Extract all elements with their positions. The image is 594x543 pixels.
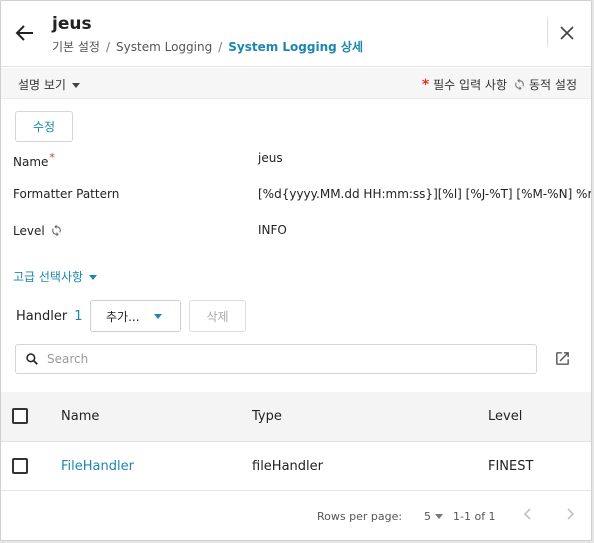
handler-type: fileHandler	[252, 459, 323, 474]
panel-header: jeus 기본 설정 / System Logging / System Logging…	[1, 1, 591, 67]
field-label-level: Level	[13, 224, 63, 240]
field-label-name: Name*	[13, 151, 55, 169]
required-legend-label: 필수 입력 사항	[433, 78, 508, 92]
search-icon	[25, 352, 39, 370]
options-bar: 설명 보기 * 필수 입력 사항 동적 설정	[1, 68, 591, 99]
column-header-type[interactable]: Type	[252, 409, 282, 424]
description-toggle[interactable]: 설명 보기	[18, 76, 80, 93]
handler-search	[15, 344, 537, 374]
field-value-level: INFO	[258, 223, 287, 237]
open-in-new-icon[interactable]	[554, 350, 571, 371]
back-arrow-icon[interactable]	[13, 21, 37, 45]
table-header: Name Type Level	[1, 392, 591, 442]
rows-per-page-label: Rows per page:	[317, 510, 403, 523]
required-asterisk-icon: *	[49, 151, 55, 164]
next-page-icon[interactable]	[563, 506, 577, 525]
dynamic-setting-icon	[513, 78, 526, 94]
pagination-range: 1-1 of 1	[453, 510, 496, 523]
breadcrumb-separator: /	[218, 40, 223, 54]
chevron-down-icon	[154, 314, 162, 319]
column-header-level[interactable]: Level	[488, 409, 522, 424]
breadcrumb-separator: /	[105, 40, 111, 54]
breadcrumb-item-basic-settings[interactable]: 기본 설정	[52, 40, 100, 54]
handler-count: 1	[74, 309, 83, 324]
chevron-down-icon	[435, 514, 443, 519]
field-label-formatter-pattern: Formatter Pattern	[13, 187, 120, 201]
previous-page-icon[interactable]	[521, 506, 535, 525]
field-label-text: Name	[13, 155, 49, 169]
handler-name-link[interactable]: FileHandler	[61, 459, 134, 474]
table-row[interactable]: FileHandler fileHandler FINEST	[1, 443, 591, 491]
breadcrumb-item-system-logging[interactable]: System Logging	[116, 40, 212, 54]
field-value-formatter-pattern: [%d{yyyy.MM.dd HH:mm:ss}][%l] [%J-%T] [%…	[258, 187, 592, 201]
rows-per-page-select[interactable]: 5	[424, 510, 443, 523]
field-label-text: Level	[13, 224, 45, 238]
advanced-options-toggle[interactable]: 고급 선택사항	[13, 268, 98, 285]
delete-handler-button[interactable]: 삭제	[189, 300, 246, 332]
table-pagination: Rows per page: 5 1-1 of 1	[1, 491, 591, 540]
rows-per-page-value: 5	[424, 510, 431, 523]
add-handler-label: 추가...	[106, 309, 140, 324]
chevron-down-icon	[71, 83, 80, 88]
handler-level: FINEST	[488, 459, 534, 474]
chevron-down-icon	[89, 275, 98, 280]
breadcrumb-item-current: System Logging 상세	[228, 40, 363, 54]
advanced-options-label: 고급 선택사항	[13, 270, 84, 284]
handler-label: Handler	[16, 309, 68, 324]
add-handler-button[interactable]: 추가...	[90, 300, 181, 332]
dynamic-legend-label: 동적 설정	[529, 78, 577, 92]
field-value-name: jeus	[258, 151, 283, 165]
required-asterisk-icon: *	[421, 77, 430, 93]
search-input[interactable]	[47, 349, 527, 369]
description-toggle-label: 설명 보기	[18, 78, 66, 92]
page-title: jeus	[52, 14, 92, 34]
breadcrumb: 기본 설정 / System Logging / System Logging 상세	[52, 38, 363, 55]
row-checkbox[interactable]	[12, 458, 28, 474]
detail-panel: jeus 기본 설정 / System Logging / System Logging…	[0, 0, 592, 541]
edit-button[interactable]: 수정	[15, 111, 73, 142]
select-all-checkbox[interactable]	[12, 408, 28, 424]
header-divider	[547, 17, 548, 47]
field-legend: * 필수 입력 사항 동적 설정	[422, 76, 577, 94]
dynamic-setting-icon	[50, 224, 63, 240]
column-header-name[interactable]: Name	[61, 409, 99, 424]
close-icon[interactable]	[555, 21, 579, 45]
handler-section-title: Handler 1	[16, 309, 82, 324]
